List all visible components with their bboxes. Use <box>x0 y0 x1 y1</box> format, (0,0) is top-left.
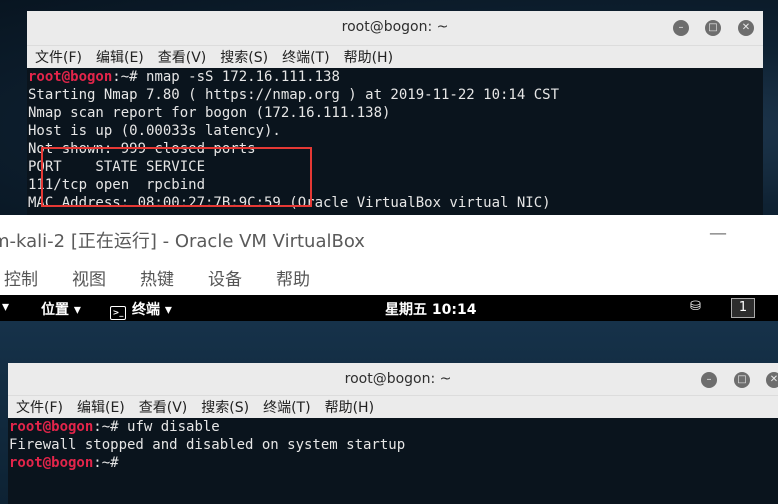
menu-view[interactable]: 查看(V) <box>139 396 196 418</box>
minimize-icon[interactable]: – <box>701 372 717 388</box>
terminal-titlebar[interactable]: root@bogon: ~ – □ ✕ <box>27 11 763 45</box>
menu-terminal[interactable]: 终端(T) <box>282 46 337 68</box>
prompt-user: root@bogon <box>9 455 94 471</box>
terminal-titlebar[interactable]: root@bogon: ~ – □ ✕ <box>8 363 778 395</box>
menu-file[interactable]: 文件(F) <box>16 396 71 418</box>
menu-control[interactable]: 控制 <box>4 265 38 290</box>
menu-view[interactable]: 查看(V) <box>158 46 215 68</box>
prompt-suffix: :~# <box>112 69 147 85</box>
menu-edit[interactable]: 编辑(E) <box>77 396 133 418</box>
maximize-icon[interactable]: □ <box>705 20 721 36</box>
maximize-icon[interactable]: □ <box>734 372 750 388</box>
terminal-menubar: 文件(F) 编辑(E) 查看(V) 搜索(S) 终端(T) 帮助(H) <box>27 45 763 68</box>
prompt-user: root@bogon <box>9 419 94 435</box>
minimize-icon[interactable]: — <box>709 223 727 244</box>
virtualbox-window: m-kali-2 [正在运行] - Oracle VM VirtualBox —… <box>0 215 778 295</box>
output-line: Host is up (0.00033s latency). <box>28 123 281 139</box>
terminal-app-menu[interactable]: >_ 终端 ▾ <box>110 299 172 320</box>
terminal-window-ufw[interactable]: root@bogon: ~ – □ ✕ 文件(F) 编辑(E) 查看(V) 搜索… <box>8 363 778 504</box>
places-menu[interactable]: 位置 ▾ <box>41 299 81 319</box>
prompt-suffix: :~# <box>93 419 128 435</box>
command-text: ufw disable <box>127 419 220 435</box>
menu-hotkeys[interactable]: 热键 <box>140 265 174 290</box>
command-text: nmap -sS 172.16.111.138 <box>146 69 340 85</box>
output-line: Firewall stopped and disabled on system … <box>9 437 406 453</box>
menu-search[interactable]: 搜索(S) <box>201 396 257 418</box>
window-title: root@bogon: ~ <box>344 371 452 387</box>
output-line: Nmap scan report for bogon (172.16.111.1… <box>28 105 391 121</box>
menu-help[interactable]: 帮助 <box>276 265 310 290</box>
prompt-user: root@bogon <box>28 69 113 85</box>
window-title: root@bogon: ~ <box>341 19 449 35</box>
activities-arrow[interactable]: ▾ <box>2 299 9 315</box>
close-icon[interactable]: ✕ <box>738 20 754 36</box>
virtualbox-title: m-kali-2 [正在运行] - Oracle VM VirtualBox <box>0 231 365 252</box>
output-line: Starting Nmap 7.80 ( https://nmap.org ) … <box>28 87 560 103</box>
highlight-box <box>41 147 312 207</box>
workspace-indicator[interactable]: 1 <box>731 298 755 318</box>
prompt-line: root@bogon:~# <box>9 454 778 472</box>
command-line: root@bogon:~# ufw disable <box>9 418 778 436</box>
menu-file[interactable]: 文件(F) <box>35 46 90 68</box>
menu-search[interactable]: 搜索(S) <box>220 46 276 68</box>
terminal-window-nmap[interactable]: root@bogon: ~ – □ ✕ 文件(F) 编辑(E) 查看(V) 搜索… <box>27 11 763 215</box>
menu-help[interactable]: 帮助(H) <box>325 396 382 418</box>
menu-terminal[interactable]: 终端(T) <box>263 396 318 418</box>
terminal-icon: >_ <box>110 306 126 320</box>
minimize-icon[interactable]: – <box>673 20 689 36</box>
menu-devices[interactable]: 设备 <box>208 265 242 290</box>
terminal-app-label: 终端 ▾ <box>132 302 172 318</box>
menu-view[interactable]: 视图 <box>72 265 106 290</box>
close-icon[interactable]: ✕ <box>766 372 778 388</box>
menu-edit[interactable]: 编辑(E) <box>96 46 152 68</box>
command-line: root@bogon:~# nmap -sS 172.16.111.138 <box>28 68 763 86</box>
terminal-menubar: 文件(F) 编辑(E) 查看(V) 搜索(S) 终端(T) 帮助(H) <box>8 395 778 418</box>
prompt-suffix: :~# <box>93 455 128 471</box>
gnome-top-panel: ▾ 位置 ▾ >_ 终端 ▾ 星期五 10:14 ⛁ 1 <box>0 295 778 321</box>
menu-help[interactable]: 帮助(H) <box>344 46 401 68</box>
virtualbox-menubar: 控制 视图 热键 设备 帮助 <box>0 265 344 290</box>
terminal-output[interactable]: root@bogon:~# ufw disable Firewall stoppe… <box>8 418 778 472</box>
panel-clock[interactable]: 星期五 10:14 <box>385 299 476 319</box>
network-icon[interactable]: ⛁ <box>690 299 701 314</box>
